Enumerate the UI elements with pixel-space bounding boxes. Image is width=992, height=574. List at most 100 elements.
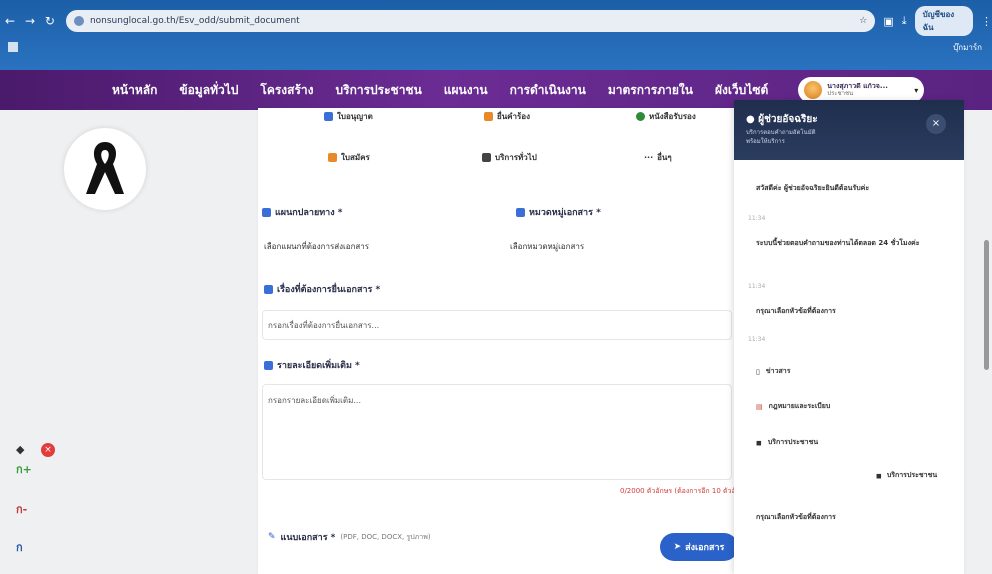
- char-counter: 0/2000 ตัวอักษร (ต้องการอีก 10 ตัวอักษร): [620, 487, 752, 495]
- people-icon: ◼: [876, 471, 882, 480]
- nav-item-structure[interactable]: โครงสร้าง: [260, 81, 313, 100]
- doc-type-application[interactable]: ใบสมัคร: [328, 151, 370, 164]
- chat-quick-reply[interactable]: ◼ บริการประชาชน: [876, 470, 937, 481]
- bookmarks-bar: บุ๊กมาร์ก: [0, 38, 992, 56]
- close-icon[interactable]: ×: [41, 443, 55, 457]
- download-icon[interactable]: ⤓: [902, 14, 907, 28]
- doc-type-label: หนังสือรับรอง: [649, 112, 696, 121]
- chat-quick-reply-label: บริการประชาชน: [886, 471, 938, 479]
- chat-option-news[interactable]: ▯ ข่าวสาร: [756, 366, 790, 377]
- chatbot-status: พร้อมให้บริการ: [746, 138, 785, 145]
- department-select[interactable]: เลือกแผนกที่ต้องการส่งเอกสาร: [264, 240, 369, 253]
- back-icon[interactable]: ←: [0, 14, 20, 28]
- chat-option-label: กฎหมายและระเบียบ: [768, 402, 831, 410]
- doc-type-label: ยื่นคำร้อง: [497, 112, 531, 121]
- chatbot-header: ● ผู้ช่วยอัจฉริยะ บริการตอบคำถามอัตโนมัต…: [734, 100, 964, 160]
- nav-item-plans[interactable]: แผนงาน: [444, 81, 488, 100]
- nav-item-home[interactable]: หน้าหลัก: [112, 81, 157, 100]
- submit-button-label: ส่งเอกสาร: [685, 543, 725, 553]
- doc-type-permit[interactable]: ใบอนุญาต: [324, 110, 373, 123]
- upload-hint: (PDF, DOC, DOCX, รูปภาพ): [340, 532, 431, 541]
- chat-option-label: บริการประชาชน: [767, 438, 819, 446]
- category-label: หมวดหมู่เอกสาร *: [516, 205, 601, 219]
- submit-document-form: [258, 108, 788, 574]
- address-bar[interactable]: nonsunglocal.go.th/Esv_odd/submit_docume…: [65, 10, 876, 32]
- detail-label: รายละเอียดเพิ่มเติม *: [264, 358, 360, 372]
- doc-type-other[interactable]: ··· อื่นๆ: [644, 151, 672, 164]
- url-text: nonsunglocal.go.th/Esv_odd/submit_docume…: [89, 16, 300, 26]
- chatbot-close-button[interactable]: ×: [926, 114, 946, 134]
- site-info-icon[interactable]: [73, 16, 84, 26]
- page-scrollbar[interactable]: [984, 240, 989, 370]
- send-icon: ➤: [673, 542, 682, 552]
- document-icon: [324, 112, 333, 121]
- nav-item-operations[interactable]: การดำเนินงาน: [510, 81, 586, 100]
- doc-type-label: บริการทั่วไป: [495, 153, 537, 162]
- law-icon: ▤: [756, 402, 763, 411]
- department-label-text: แผนกปลายทาง *: [275, 208, 343, 218]
- detail-placeholder: กรอกรายละเอียดเพิ่มเติม...: [268, 396, 361, 405]
- reload-icon[interactable]: ↻: [40, 14, 60, 28]
- clipboard-icon: [482, 153, 491, 162]
- nav-item-public-service[interactable]: บริการประชาชน: [336, 81, 422, 100]
- chatbot-title: ● ผู้ช่วยอัจฉริยะ: [746, 112, 818, 127]
- chat-timestamp: 11:34: [748, 215, 766, 222]
- chatbot-subtitle-text: บริการตอบคำถามอัตโนมัติ: [746, 129, 816, 136]
- subject-placeholder: กรอกเรื่องที่ต้องการยื่นเอกสาร...: [268, 321, 380, 330]
- paperclip-icon: ✎: [268, 532, 276, 542]
- chat-option-label: ข่าวสาร: [765, 367, 791, 375]
- doc-type-label: อื่นๆ: [657, 153, 672, 162]
- chat-option-public-service[interactable]: ◼ บริการประชาชน: [756, 437, 818, 448]
- doc-type-label: ใบสมัคร: [341, 153, 370, 162]
- bookmarks-folder[interactable]: บุ๊กมาร์ก: [953, 41, 982, 54]
- mourning-ribbon-badge: [64, 128, 146, 210]
- building-icon: [262, 207, 271, 217]
- font-increase-button[interactable]: ก+: [16, 460, 32, 478]
- pen-icon: [484, 112, 493, 121]
- news-icon: ▯: [756, 367, 760, 376]
- extensions-icon[interactable]: ▣: [883, 15, 893, 28]
- accessibility-icon[interactable]: ◆: [16, 443, 24, 456]
- chat-message: ระบบนี้ช่วยตอบคำถามของท่านได้ตลอด 24 ชั่…: [756, 239, 920, 247]
- apps-icon[interactable]: [8, 42, 18, 52]
- chat-icon: ●: [746, 114, 755, 125]
- detail-label-text: รายละเอียดเพิ่มเติม *: [277, 361, 360, 371]
- nav-item-sitemap[interactable]: ผังเว็บไซต์: [715, 81, 768, 100]
- doc-type-label: ใบอนุญาต: [337, 112, 373, 121]
- chat-message: กรุณาเลือกหัวข้อที่ต้องการ: [756, 307, 836, 315]
- chat-option-law[interactable]: ▤ กฎหมายและระเบียบ: [756, 401, 830, 412]
- chatbot-panel: ● ผู้ช่วยอัจฉริยะ บริการตอบคำถามอัตโนมัต…: [734, 100, 964, 574]
- star-icon[interactable]: ☆: [859, 16, 867, 26]
- chatbot-subtitle: บริการตอบคำถามอัตโนมัติ พร้อมให้บริการ: [746, 128, 816, 146]
- black-ribbon-icon: [86, 142, 124, 194]
- submit-button[interactable]: ➤ ส่งเอกสาร: [660, 533, 738, 561]
- chatbot-title-text: ผู้ช่วยอัจฉริยะ: [758, 114, 818, 125]
- chevron-down-icon: ▾: [914, 85, 919, 95]
- category-select[interactable]: เลือกหมวดหมู่เอกสาร: [510, 240, 584, 253]
- upload-label: ✎ แนบเอกสาร * (PDF, DOC, DOCX, รูปภาพ): [268, 530, 431, 544]
- forward-icon[interactable]: →: [20, 14, 40, 28]
- user-role: ประชาชน: [827, 89, 854, 97]
- font-decrease-button[interactable]: ก-: [16, 500, 27, 518]
- subject-label: เรื่องที่ต้องการยื่นเอกสาร *: [264, 282, 380, 296]
- ellipsis-icon: ···: [644, 153, 654, 162]
- nav-item-internal-measures[interactable]: มาตรการภายใน: [608, 81, 693, 100]
- list-icon: [264, 360, 273, 370]
- edit-icon: [264, 284, 273, 294]
- browser-chrome: ← → ↻ nonsunglocal.go.th/Esv_odd/submit_…: [0, 0, 992, 70]
- chat-message: กรุณาเลือกหัวข้อที่ต้องการ: [756, 513, 836, 521]
- doc-type-general-service[interactable]: บริการทั่วไป: [482, 151, 537, 164]
- people-icon: ◼: [756, 438, 762, 447]
- doc-type-petition[interactable]: ยื่นคำร้อง: [484, 110, 530, 123]
- department-label: แผนกปลายทาง *: [262, 205, 342, 219]
- category-label-text: หมวดหมู่เอกสาร *: [529, 208, 601, 218]
- doc-type-certificate[interactable]: หนังสือรับรอง: [636, 110, 696, 123]
- nav-item-general-info[interactable]: ข้อมูลทั่วไป: [179, 81, 238, 100]
- form-icon: [328, 153, 337, 162]
- font-reset-button[interactable]: ก: [16, 538, 23, 556]
- menu-icon[interactable]: ⋮: [981, 15, 992, 28]
- upload-label-text: แนบเอกสาร *: [280, 533, 336, 543]
- nav-menu: หน้าหลัก ข้อมูลทั่วไป โครงสร้าง บริการปร…: [112, 81, 768, 100]
- subject-label-text: เรื่องที่ต้องการยื่นเอกสาร *: [277, 285, 381, 295]
- profile-button[interactable]: บัญชีของฉัน: [914, 6, 973, 36]
